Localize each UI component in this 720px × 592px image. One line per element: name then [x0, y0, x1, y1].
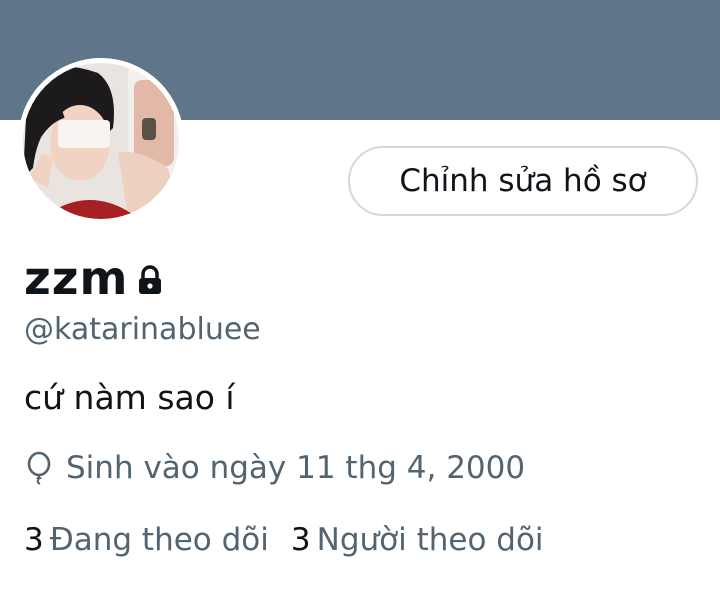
- followers-count: 3: [290, 522, 311, 558]
- balloon-icon: [24, 451, 54, 485]
- following-count: 3: [24, 522, 44, 558]
- name-row: zzm: [24, 250, 164, 306]
- following-link[interactable]: 3 Đang theo dõi: [24, 522, 269, 558]
- birthday-row: Sinh vào ngày 11 thg 4, 2000: [24, 450, 525, 486]
- bio: cứ nàm sao í: [24, 378, 235, 417]
- avatar-image: [18, 58, 184, 224]
- followers-link[interactable]: 3 Người theo dõi: [291, 522, 544, 558]
- following-label: Đang theo dõi: [49, 522, 269, 558]
- avatar[interactable]: [18, 58, 184, 224]
- edit-profile-button[interactable]: Chỉnh sửa hồ sơ: [348, 146, 698, 216]
- lock-icon: [136, 265, 164, 299]
- display-name: zzm: [24, 251, 129, 305]
- follow-stats: 3 Đang theo dõi 3 Người theo dõi: [24, 522, 566, 558]
- birthday-text: Sinh vào ngày 11 thg 4, 2000: [66, 450, 526, 486]
- followers-label: Người theo dõi: [316, 522, 544, 558]
- handle: @katarinabluee: [24, 312, 261, 347]
